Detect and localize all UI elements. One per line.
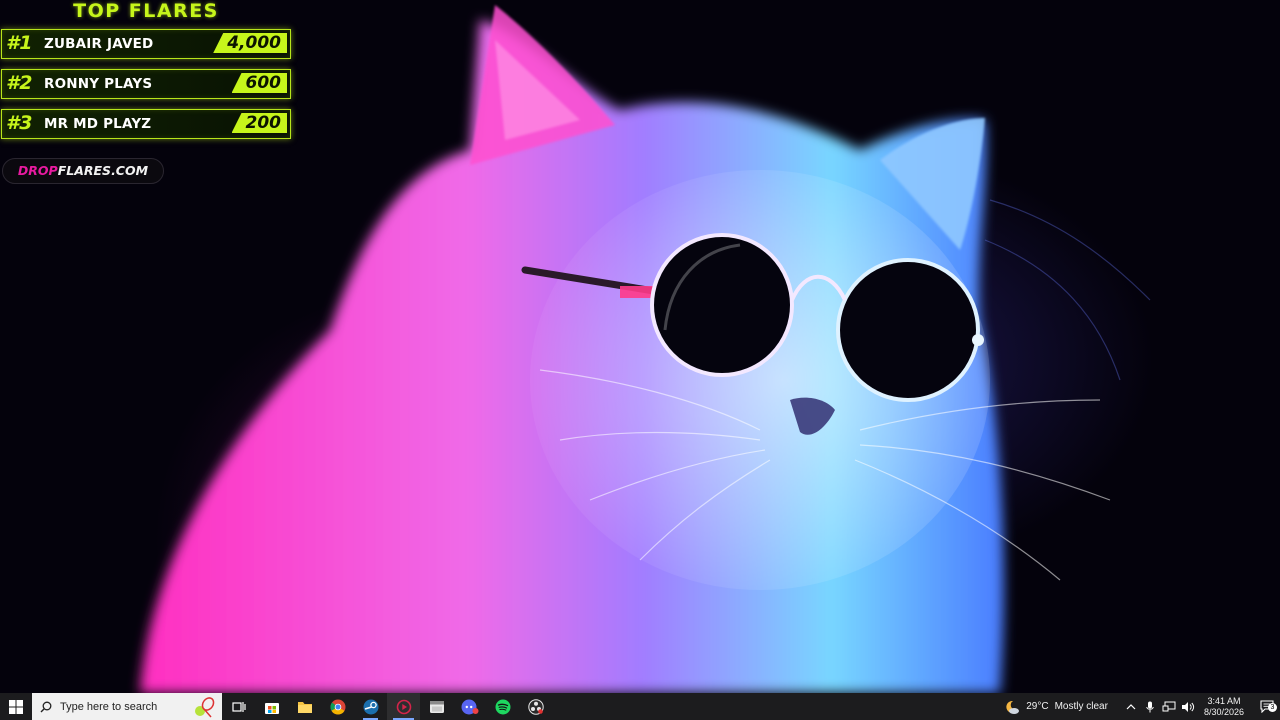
taskbar-app-steam[interactable] (354, 693, 387, 720)
windows-logo-icon (9, 699, 23, 714)
dropflares-brand-pill: DROPFLARES.COM (2, 158, 164, 184)
brand-flares-text: FLARES.COM (57, 163, 149, 178)
chevron-up-icon (1127, 703, 1136, 709)
notification-center-button[interactable]: 3 (1254, 700, 1280, 713)
rank-label: #1 (6, 32, 33, 54)
taskbar-app-media[interactable] (387, 693, 420, 720)
rank-label: #3 (6, 112, 33, 134)
taskbar-app-explorer[interactable] (288, 693, 321, 720)
player-name: MR MD PLAYZ (44, 116, 152, 132)
clock-date: 8/30/2026 (1203, 706, 1244, 717)
moon-cloud-icon (1006, 700, 1020, 714)
file-explorer-icon (297, 701, 312, 713)
network-button[interactable] (1161, 699, 1177, 715)
flare-amount: 200 (231, 113, 287, 133)
start-button[interactable] (0, 693, 32, 720)
show-hidden-icons-button[interactable] (1123, 699, 1139, 715)
microphone-icon (1146, 701, 1155, 712)
discord-icon (461, 699, 478, 714)
rank-label: #2 (6, 72, 33, 94)
flare-amount: 600 (231, 73, 287, 93)
weather-widget[interactable]: 29°C Mostly clear (1004, 699, 1108, 715)
search-placeholder: Type here to search (60, 700, 158, 713)
leaderboard-row-2: #2 RONNY PLAYS 600 (1, 69, 291, 99)
weather-description: Mostly clear (1054, 701, 1108, 712)
taskbar-app-spotify[interactable] (486, 693, 519, 720)
top-flares-title: TOP FLARES (73, 0, 219, 22)
obs-icon (527, 698, 544, 715)
task-view-button[interactable] (222, 693, 255, 720)
player-name: ZUBAIR JAVED (44, 36, 154, 52)
window-app-icon (429, 700, 444, 713)
media-player-icon (396, 699, 411, 714)
microsoft-store-icon (264, 702, 279, 714)
leaderboard-row-3: #3 MR MD PLAYZ 200 (1, 109, 291, 139)
player-name: RONNY PLAYS (44, 76, 153, 92)
leaderboard-row-1: #1 ZUBAIR JAVED 4,000 (1, 29, 291, 59)
search-icon (40, 701, 52, 712)
taskbar-search-box[interactable]: Type here to search (32, 693, 222, 720)
windows-taskbar: Type here to search 29°C Mostly clear 3:… (0, 693, 1280, 720)
steam-icon (363, 699, 378, 714)
flare-amount: 4,000 (213, 33, 287, 53)
taskbar-app-chrome[interactable] (321, 693, 354, 720)
taskbar-app-store[interactable] (255, 693, 288, 720)
taskbar-clock[interactable]: 3:41 AM 8/30/2026 (1204, 696, 1244, 718)
brand-drop-text: DROP (17, 163, 58, 178)
taskbar-app-obs[interactable] (519, 693, 552, 720)
tennis-racket-icon (195, 697, 215, 718)
system-tray: 29°C Mostly clear 3:41 AM 8/30/2026 3 (1004, 693, 1280, 720)
top-flares-widget: TOP FLARES #1 ZUBAIR JAVED 4,000 #2 RONN… (0, 0, 300, 190)
chrome-icon (330, 699, 345, 714)
clock-time: 3:41 AM (1207, 695, 1241, 706)
weather-temperature: 29°C (1026, 701, 1049, 712)
taskbar-app-discord[interactable] (453, 693, 486, 720)
notification-count-badge: 3 (1268, 703, 1277, 712)
microphone-button[interactable] (1142, 699, 1158, 715)
spotify-icon (495, 699, 510, 714)
network-icon (1162, 701, 1176, 711)
volume-button[interactable] (1180, 699, 1196, 715)
taskbar-app-window[interactable] (420, 693, 453, 720)
task-view-icon (231, 701, 246, 712)
speaker-icon (1182, 701, 1195, 712)
